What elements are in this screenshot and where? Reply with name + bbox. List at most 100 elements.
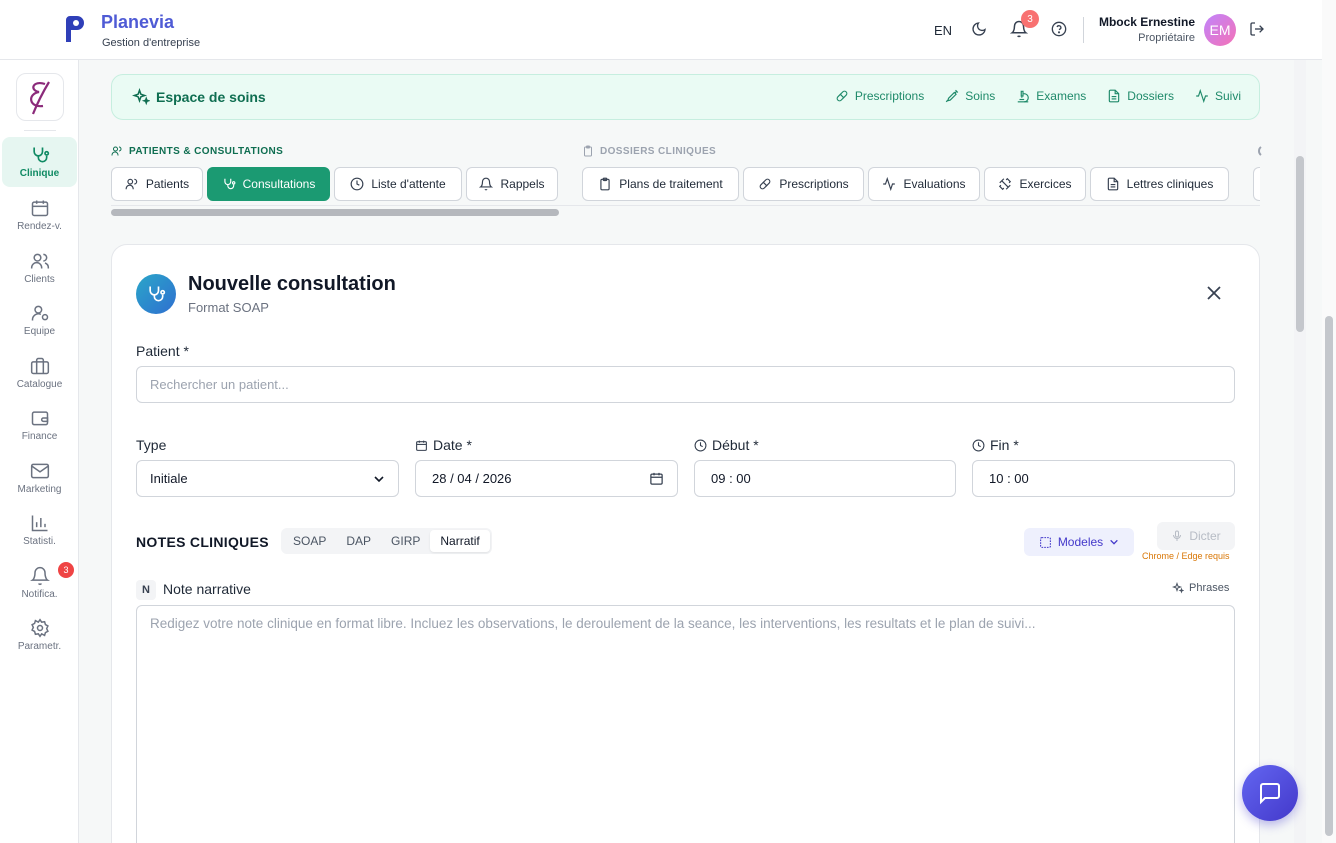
tab-overflow[interactable] bbox=[1253, 167, 1260, 201]
sidebar-item-finance[interactable]: Finance bbox=[2, 400, 77, 450]
language-toggle[interactable]: EN bbox=[934, 23, 952, 38]
pill-icon bbox=[836, 90, 848, 102]
sidebar-notifications-badge: 3 bbox=[58, 562, 74, 578]
chat-button[interactable] bbox=[1242, 765, 1298, 821]
templates-button[interactable]: Modeles bbox=[1024, 528, 1134, 556]
format-soap[interactable]: SOAP bbox=[283, 530, 336, 552]
tab-prescriptions[interactable]: Prescriptions bbox=[743, 167, 864, 201]
sidebar-separator bbox=[24, 130, 56, 131]
end-label-text: Fin * bbox=[990, 437, 1019, 453]
sidebar-item-parametres[interactable]: Parametr. bbox=[2, 610, 77, 660]
tab-consultations[interactable]: Consultations bbox=[207, 167, 330, 201]
sidebar-item-catalogue[interactable]: Catalogue bbox=[2, 348, 77, 398]
close-icon[interactable] bbox=[1206, 285, 1222, 301]
tab-exercices[interactable]: Exercices bbox=[984, 167, 1086, 201]
format-dap[interactable]: DAP bbox=[336, 530, 381, 552]
user-name: Mbock Ernestine bbox=[1098, 15, 1195, 29]
calendar-picker-icon[interactable] bbox=[649, 471, 664, 486]
page-title: Nouvelle consultation bbox=[188, 273, 396, 295]
sidebar: Clinique Rendez-v. Clients Equipe Catalo… bbox=[0, 60, 79, 843]
patient-label-text: Patient * bbox=[136, 343, 189, 359]
format-narratif[interactable]: Narratif bbox=[430, 530, 490, 552]
note-format-switcher: SOAP DAP GIRP Narratif bbox=[281, 528, 492, 554]
type-label: Type bbox=[136, 437, 166, 453]
page-scrollbar[interactable] bbox=[1322, 0, 1336, 843]
header-divider bbox=[1083, 17, 1084, 43]
tabs-horizontal-scrollbar[interactable] bbox=[111, 209, 559, 216]
narrative-placeholder: Redigez votre note clinique en format li… bbox=[150, 616, 1036, 631]
care-space-bar: Espace de soins Prescriptions Soins Exam… bbox=[111, 74, 1260, 120]
date-value: 28 / 04 / 2026 bbox=[432, 471, 512, 486]
narrative-note-label: Note narrative bbox=[163, 581, 251, 597]
users-icon bbox=[30, 253, 49, 269]
type-select[interactable]: Initiale bbox=[136, 460, 399, 497]
end-label: Fin * bbox=[972, 437, 1019, 453]
clipboard-icon bbox=[600, 177, 610, 191]
content-scrollbar[interactable] bbox=[1294, 60, 1306, 843]
brand-name: Planevia bbox=[101, 12, 175, 32]
avatar[interactable]: EM bbox=[1204, 14, 1236, 46]
narrative-note-textarea[interactable]: Redigez votre note clinique en format li… bbox=[136, 605, 1235, 843]
sidebar-item-equipe[interactable]: Equipe bbox=[2, 295, 77, 345]
notification-count-badge: 3 bbox=[1021, 10, 1039, 28]
clinical-notes-title: NOTES CLINIQUES bbox=[136, 534, 269, 550]
link-suivi[interactable]: Suivi bbox=[1195, 89, 1241, 103]
dark-mode-icon[interactable] bbox=[968, 18, 990, 40]
tab-patients[interactable]: Patients bbox=[111, 167, 203, 201]
link-examens[interactable]: Examens bbox=[1016, 89, 1086, 103]
tab-label: Liste d'attente bbox=[371, 177, 446, 191]
sidebar-item-rendez-vous[interactable]: Rendez-v. bbox=[2, 190, 77, 240]
help-icon[interactable] bbox=[1048, 18, 1070, 40]
brand-logo-icon bbox=[62, 14, 88, 44]
page-subtitle: Format SOAP bbox=[188, 300, 269, 315]
consultation-form-card: Nouvelle consultation Format SOAP Patien… bbox=[111, 244, 1260, 843]
link-soins[interactable]: Soins bbox=[945, 89, 995, 103]
dictate-button[interactable]: Dicter bbox=[1157, 522, 1235, 550]
tab-lettres-cliniques[interactable]: Lettres cliniques bbox=[1090, 167, 1229, 201]
chart-icon bbox=[31, 515, 47, 532]
phrases-button[interactable]: Phrases bbox=[1172, 582, 1229, 594]
tab-label: Prescriptions bbox=[779, 177, 849, 191]
user-info[interactable]: Mbock Ernestine Propriétaire bbox=[1099, 15, 1195, 44]
section-label-text: DOSSIERS CLINIQUES bbox=[600, 145, 717, 157]
templates-label: Modeles bbox=[1057, 535, 1104, 549]
patient-label: Patient * bbox=[136, 343, 189, 359]
team-icon bbox=[31, 305, 48, 321]
start-value: 09 : 00 bbox=[711, 471, 751, 486]
start-label-text: Début * bbox=[712, 437, 759, 453]
link-label: Dossiers bbox=[1127, 89, 1174, 103]
type-label-text: Type bbox=[136, 437, 167, 453]
date-input[interactable]: 28 / 04 / 2026 bbox=[415, 460, 678, 497]
clinic-logo-icon[interactable] bbox=[16, 73, 64, 121]
sidebar-item-marketing[interactable]: Marketing bbox=[2, 453, 77, 503]
end-time-input[interactable]: 10 : 00 bbox=[972, 460, 1235, 497]
sidebar-item-label: Equipe bbox=[23, 326, 56, 337]
calendar-icon bbox=[416, 440, 427, 451]
link-dossiers[interactable]: Dossiers bbox=[1107, 89, 1174, 103]
date-label-text: Date * bbox=[433, 437, 472, 453]
tab-liste-attente[interactable]: Liste d'attente bbox=[334, 167, 462, 201]
care-space-links: Prescriptions Soins Examens Dossiers Sui… bbox=[835, 89, 1241, 103]
start-time-input[interactable]: 09 : 00 bbox=[694, 460, 956, 497]
link-prescriptions[interactable]: Prescriptions bbox=[835, 89, 924, 103]
page-scrollbar-thumb[interactable] bbox=[1325, 316, 1333, 836]
tab-rappels[interactable]: Rappels bbox=[466, 167, 558, 201]
content-scrollbar-thumb[interactable] bbox=[1296, 156, 1304, 332]
sparkles-icon bbox=[1172, 582, 1184, 594]
section-more-label-icon bbox=[1254, 145, 1262, 157]
syringe-icon bbox=[945, 89, 959, 103]
sidebar-item-clients[interactable]: Clients bbox=[2, 243, 77, 293]
sidebar-item-statistiques[interactable]: Statisti. bbox=[2, 505, 77, 555]
logout-icon[interactable] bbox=[1246, 18, 1268, 40]
format-girp[interactable]: GIRP bbox=[381, 530, 430, 552]
section-patients-label: PATIENTS & CONSULTATIONS bbox=[111, 145, 283, 157]
tab-plans-traitement[interactable]: Plans de traitement bbox=[582, 167, 739, 201]
clock-icon bbox=[694, 439, 707, 451]
pill-icon bbox=[759, 178, 771, 190]
tab-evaluations[interactable]: Evaluations bbox=[868, 167, 980, 201]
sidebar-item-label: Catalogue bbox=[16, 379, 63, 390]
patient-search-input[interactable]: Rechercher un patient... bbox=[136, 366, 1235, 403]
sidebar-item-clinique[interactable]: Clinique bbox=[2, 137, 77, 187]
gear-icon bbox=[30, 618, 49, 638]
sidebar-item-label: Clinique bbox=[19, 168, 60, 179]
